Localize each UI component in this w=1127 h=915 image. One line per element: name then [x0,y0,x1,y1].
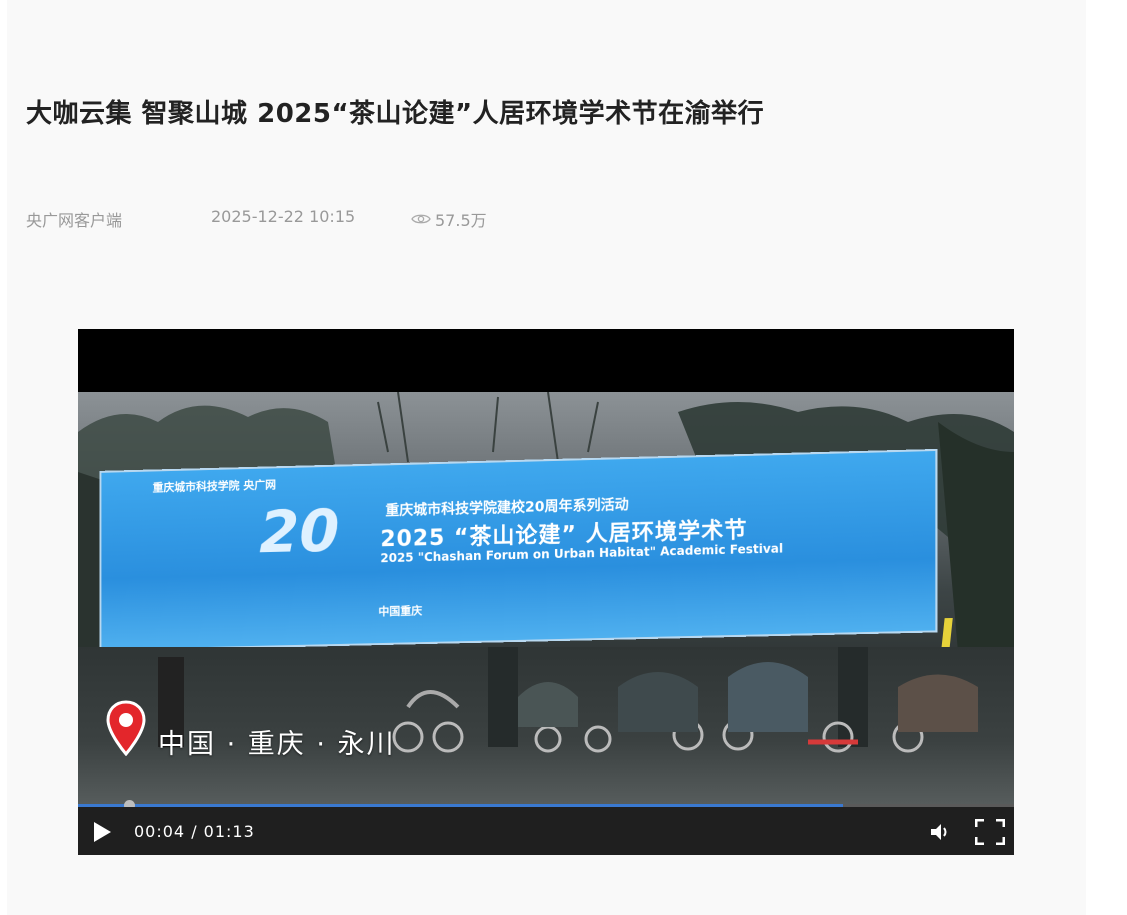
article-source: 央广网客户端 [26,211,123,230]
fullscreen-icon[interactable] [975,819,1005,845]
location-overlay: 中国 · 重庆 · 永川 [158,729,396,760]
video-frame: 重庆城市科技学院 央广网 20 重庆城市科技学院建校20周年系列活动 2025 … [78,392,1014,804]
volume-icon[interactable] [929,821,951,843]
video-controls: 00:04 / 01:13 [78,807,1014,855]
location-pin-icon [106,700,146,756]
play-icon[interactable] [91,821,113,843]
billboard-logo: 重庆城市科技学院 央广网 [152,478,276,495]
article-views: 57.5万 [411,207,487,231]
article-container: 大咖云集 智聚山城 2025“茶山论建”人居环境学术节在渝举行 央广网客户端 2… [7,0,1086,915]
time-display: 00:04 / 01:13 [134,822,255,841]
article-time: 2025-12-22 10:15 [211,207,356,226]
billboard-anniversary-number: 20 [259,496,340,567]
views-count: 57.5万 [435,211,487,230]
billboard-location: 中国重庆 [378,604,423,619]
eye-icon [411,214,431,224]
article-title: 大咖云集 智聚山城 2025“茶山论建”人居环境学术节在渝举行 [26,99,765,129]
event-billboard: 重庆城市科技学院 央广网 20 重庆城市科技学院建校20周年系列活动 2025 … [99,448,953,679]
video-player[interactable]: 重庆城市科技学院 央广网 20 重庆城市科技学院建校20周年系列活动 2025 … [78,329,1014,855]
